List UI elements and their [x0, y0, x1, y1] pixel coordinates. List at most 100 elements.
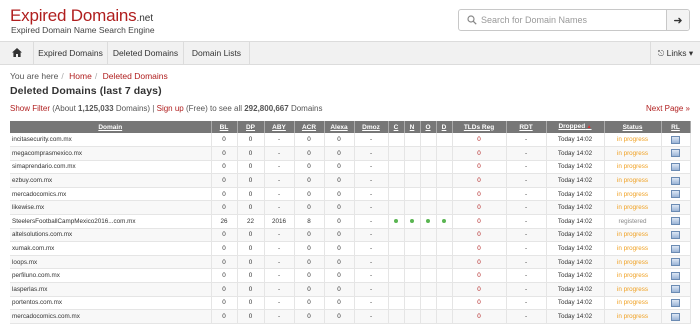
dp-cell: 0	[237, 187, 265, 202]
domain-cell[interactable]: loops.mx	[10, 255, 212, 270]
search-box: ➜	[458, 9, 690, 31]
screenshot-icon[interactable]	[671, 190, 680, 199]
home-icon	[11, 48, 22, 57]
rl-cell[interactable]	[661, 241, 691, 256]
nav-expired-domains[interactable]: Expired Domains	[34, 42, 108, 64]
column-header-d[interactable]: D	[436, 121, 453, 133]
rl-cell[interactable]	[661, 173, 691, 188]
rl-cell[interactable]	[661, 133, 691, 148]
column-header-bl[interactable]: BL	[211, 121, 238, 133]
screenshot-icon[interactable]	[671, 149, 680, 158]
screenshot-icon[interactable]	[671, 217, 680, 226]
screenshot-icon[interactable]	[671, 162, 680, 171]
dmoz-cell: -	[354, 241, 389, 256]
show-filter-link[interactable]: Show Filter	[10, 104, 50, 113]
domain-cell[interactable]: megacomprasmexico.mx	[10, 146, 212, 161]
nav-home-button[interactable]	[0, 42, 34, 64]
rl-cell[interactable]	[661, 214, 691, 229]
domain-cell[interactable]: simaprendario.com.mx	[10, 160, 212, 175]
table-row: loops.mx 0 0-0 0-0- Today 14:02 in progress	[10, 255, 691, 270]
column-header-dmoz[interactable]: Dmoz	[354, 121, 389, 133]
c-cell	[388, 187, 405, 202]
tlds-reg-cell: 0	[452, 282, 507, 297]
domain-cell[interactable]: altelsolutions.com.mx	[10, 228, 212, 243]
rl-cell[interactable]	[661, 187, 691, 202]
alexa-cell: 0	[324, 296, 355, 311]
dropped-cell: Today 14:02	[546, 296, 605, 311]
rl-cell[interactable]	[661, 255, 691, 270]
screenshot-icon[interactable]	[671, 203, 680, 212]
column-header-n[interactable]: N	[404, 121, 421, 133]
breadcrumb-home-link[interactable]: Home	[69, 71, 92, 81]
rdt-cell: -	[506, 282, 547, 297]
screenshot-icon[interactable]	[671, 271, 680, 280]
column-header-dropped[interactable]: Dropped ▲	[546, 121, 605, 133]
nav-domain-lists[interactable]: Domain Lists	[184, 42, 250, 64]
screenshot-icon[interactable]	[671, 176, 680, 185]
d-cell	[436, 282, 453, 297]
screenshot-icon[interactable]	[671, 135, 680, 144]
rl-cell[interactable]	[661, 282, 691, 297]
rl-cell[interactable]	[661, 200, 691, 216]
column-header-c[interactable]: C	[388, 121, 405, 133]
rdt-cell: -	[506, 187, 547, 202]
search-input[interactable]	[481, 11, 659, 29]
n-cell	[404, 146, 421, 161]
site-logo[interactable]: Expired Domains.net	[10, 6, 153, 26]
domain-cell[interactable]: perfiluno.com.mx	[10, 268, 212, 284]
tlds-reg-cell: 0	[452, 160, 507, 175]
domain-cell[interactable]: incitasecurity.com.mx	[10, 133, 212, 148]
screenshot-icon[interactable]	[671, 312, 680, 321]
domain-cell[interactable]: mercadocomics.com.mx	[10, 309, 212, 324]
dropped-cell: Today 14:02	[546, 214, 605, 229]
column-header-dp[interactable]: DP	[237, 121, 265, 133]
domain-cell[interactable]: ezbuy.com.mx	[10, 173, 212, 188]
column-header-status[interactable]: Status	[604, 121, 662, 133]
search-submit-button[interactable]: ➜	[666, 10, 689, 30]
nav-links-dropdown[interactable]: ⎋ Links ▾	[650, 42, 700, 64]
c-cell	[388, 309, 405, 324]
column-header-o[interactable]: O	[420, 121, 437, 133]
column-header-tlds-reg[interactable]: TLDs Reg	[452, 121, 507, 133]
column-header-rl[interactable]: RL	[661, 121, 691, 133]
domain-cell[interactable]: xumak.com.mx	[10, 241, 212, 256]
rl-cell[interactable]	[661, 228, 691, 243]
nav-deleted-domains[interactable]: Deleted Domains	[108, 42, 184, 64]
bl-cell: 0	[211, 296, 238, 311]
domain-cell[interactable]: SteelersFootballCampMexico2016...com.mx	[10, 214, 212, 229]
d-cell	[436, 173, 453, 188]
domain-cell[interactable]: lasperlas.mx	[10, 282, 212, 297]
domain-cell[interactable]: portentos.com.mx	[10, 296, 212, 311]
domain-cell[interactable]: likewise.mx	[10, 200, 212, 216]
screenshot-icon[interactable]	[671, 258, 680, 267]
column-header-acr[interactable]: ACR	[294, 121, 325, 133]
rl-cell[interactable]	[661, 309, 691, 324]
rl-cell[interactable]	[661, 146, 691, 161]
column-header-aby[interactable]: ABY	[264, 121, 295, 133]
dmoz-cell: -	[354, 228, 389, 243]
d-cell	[436, 187, 453, 202]
screenshot-icon[interactable]	[671, 298, 680, 307]
status-cell: in progress	[604, 173, 662, 188]
logo-text-expired: Expired	[10, 6, 67, 25]
aby-cell: 2016	[264, 214, 295, 229]
screenshot-icon[interactable]	[671, 230, 680, 239]
rl-cell[interactable]	[661, 268, 691, 284]
screenshot-icon[interactable]	[671, 285, 680, 294]
n-cell	[404, 255, 421, 270]
signup-link[interactable]: Sign up	[157, 104, 184, 113]
n-cell	[404, 200, 421, 216]
aby-cell: -	[264, 296, 295, 311]
rl-cell[interactable]	[661, 160, 691, 175]
column-header-alexa[interactable]: Alexa	[324, 121, 355, 133]
dropped-cell: Today 14:02	[546, 255, 605, 270]
dp-cell: 0	[237, 268, 265, 284]
dp-cell: 0	[237, 228, 265, 243]
rl-cell[interactable]	[661, 296, 691, 311]
column-header-domain[interactable]: Domain	[10, 121, 212, 133]
table-row: xumak.com.mx 0 0-0 0-0- Today 14:02 in progre…	[10, 241, 691, 256]
next-page-link[interactable]: Next Page »	[646, 104, 690, 113]
column-header-rdt[interactable]: RDT	[506, 121, 547, 133]
screenshot-icon[interactable]	[671, 244, 680, 253]
domain-cell[interactable]: mercadocomics.mx	[10, 187, 212, 202]
